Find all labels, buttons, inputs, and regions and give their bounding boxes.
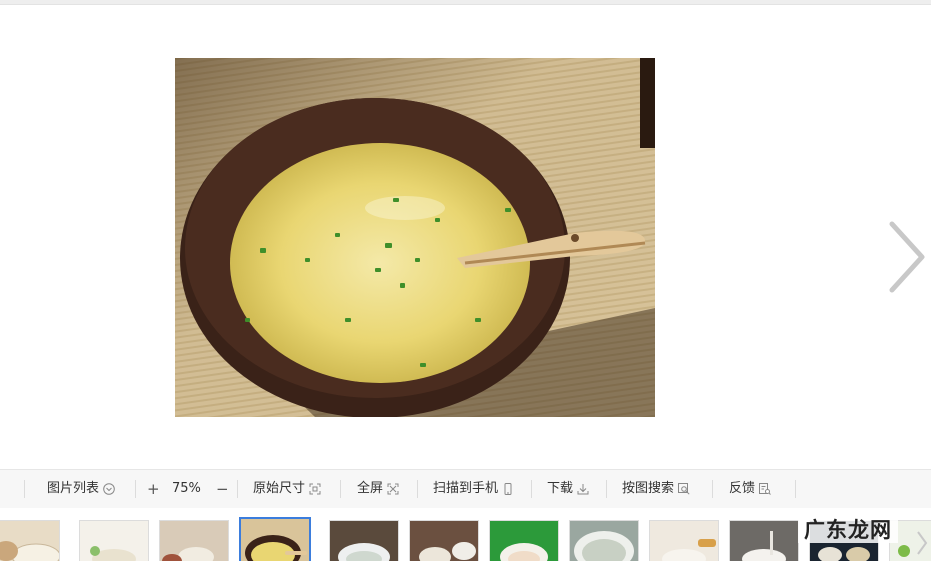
feedback-button[interactable]: 反馈	[729, 470, 771, 508]
thumbnail[interactable]	[409, 520, 479, 561]
original-size-icon	[309, 483, 321, 495]
chevron-right-icon	[889, 221, 925, 293]
zoom-value: 75%	[172, 481, 201, 496]
zoom-out-symbol: −	[216, 480, 229, 498]
chevron-down-circle-icon	[103, 483, 115, 495]
top-border	[0, 0, 931, 5]
thumbnail[interactable]	[0, 520, 60, 561]
zoom-in-symbol: +	[147, 480, 160, 498]
original-size-button[interactable]: 原始尺寸	[253, 470, 321, 508]
phone-icon	[504, 483, 512, 495]
toolbar-divider	[417, 480, 418, 498]
toolbar-divider	[606, 480, 607, 498]
toolbar-divider	[340, 480, 341, 498]
main-image[interactable]	[175, 58, 655, 417]
toolbar-divider	[712, 480, 713, 498]
download-button[interactable]: 下载	[547, 470, 589, 508]
strip-next-button[interactable]	[915, 528, 929, 558]
scan-to-phone-button[interactable]: 扫描到手机	[433, 470, 514, 508]
image-list-label: 图片列表	[47, 481, 100, 496]
image-list-button[interactable]: 图片列表	[47, 470, 115, 508]
thumbnail[interactable]	[79, 520, 149, 561]
toolbar-divider	[135, 480, 136, 498]
feedback-label: 反馈	[729, 481, 756, 496]
thumbnail-strip	[0, 508, 931, 561]
thumbnail[interactable]	[569, 520, 639, 561]
original-size-label: 原始尺寸	[253, 481, 306, 496]
scan-to-phone-label: 扫描到手机	[433, 481, 499, 496]
viewer-toolbar: 图片列表 + 75% − 原始尺寸 全屏 扫描到手机 下载 按图搜索 反馈	[0, 469, 931, 509]
chevron-right-icon	[917, 531, 928, 555]
fullscreen-button[interactable]: 全屏	[357, 470, 399, 508]
toolbar-divider	[531, 480, 532, 498]
fullscreen-icon	[387, 483, 399, 495]
download-icon	[577, 484, 589, 495]
thumbnail[interactable]	[729, 520, 799, 561]
search-by-image-button[interactable]: 按图搜索	[622, 470, 690, 508]
fullscreen-label: 全屏	[357, 481, 384, 496]
toolbar-divider	[795, 480, 796, 498]
thumbnail-selected[interactable]	[239, 517, 311, 561]
toolbar-divider	[24, 480, 25, 498]
image-search-icon	[678, 483, 690, 495]
toolbar-divider	[237, 480, 238, 498]
search-by-image-label: 按图搜索	[622, 481, 675, 496]
zoom-out-button[interactable]: −	[216, 470, 229, 508]
zoom-level: 75%	[172, 470, 201, 508]
next-image-button[interactable]	[884, 218, 928, 296]
watermark: 广东龙网	[798, 517, 898, 543]
thumbnail[interactable]	[489, 520, 559, 561]
thumbnail[interactable]	[649, 520, 719, 561]
feedback-icon	[759, 483, 771, 495]
download-label: 下载	[547, 481, 574, 496]
zoom-in-button[interactable]: +	[147, 470, 160, 508]
thumbnail[interactable]	[159, 520, 229, 561]
thumbnail[interactable]	[329, 520, 399, 561]
